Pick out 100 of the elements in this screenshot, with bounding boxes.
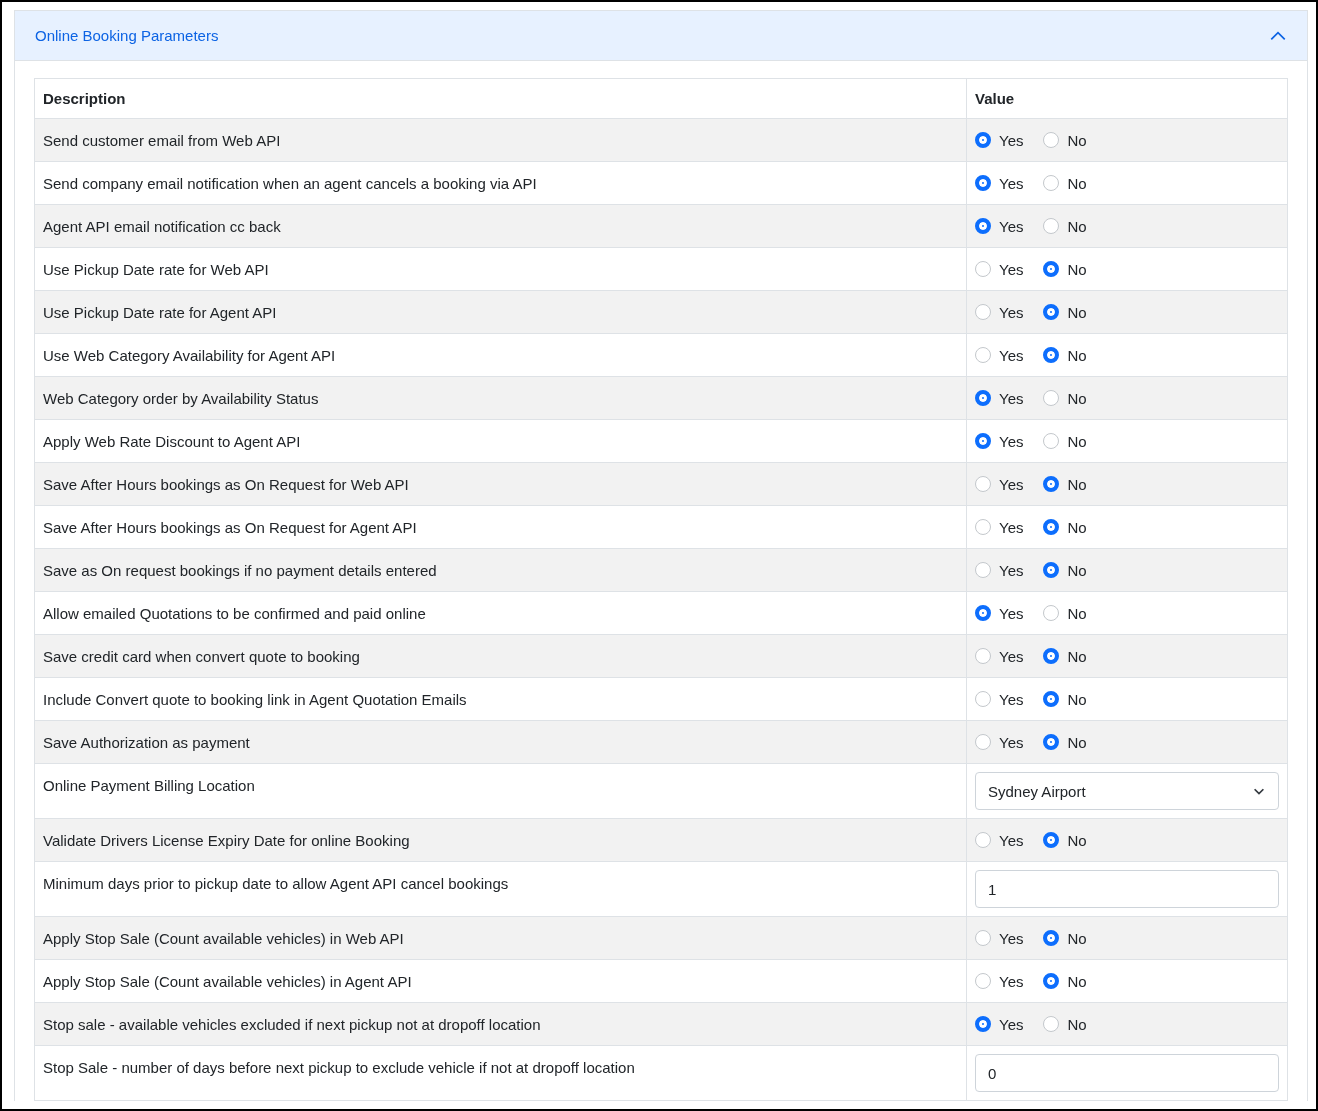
radio-label[interactable]: Yes	[999, 972, 1024, 990]
radio-button[interactable]	[975, 261, 991, 277]
description-text: Save Authorization as payment	[43, 733, 250, 752]
radio-button[interactable]	[975, 832, 991, 848]
column-header: Description	[34, 78, 967, 119]
radio-label[interactable]: Yes	[999, 561, 1024, 579]
radio-label[interactable]: No	[1067, 929, 1087, 947]
radio-label[interactable]: No	[1067, 561, 1087, 579]
radio-button[interactable]	[975, 132, 991, 148]
description-text: Save credit card when convert quote to booking	[43, 647, 360, 666]
input-field[interactable]: 1	[975, 870, 1279, 908]
radio-label[interactable]: No	[1067, 1015, 1087, 1033]
radio-label[interactable]: Yes	[999, 475, 1024, 493]
radio-label[interactable]: Yes	[999, 346, 1024, 364]
radio-button[interactable]	[975, 691, 991, 707]
radio-button[interactable]	[975, 562, 991, 578]
description-text: Apply Stop Sale (Count available vehicles) in Agent API	[43, 972, 412, 991]
radio-button[interactable]	[1043, 132, 1060, 148]
description-text: Use Web Category Availability for Agent API	[43, 346, 336, 365]
radio-button[interactable]	[1043, 519, 1060, 535]
radio-button[interactable]	[975, 390, 991, 406]
radio-label[interactable]: No	[1067, 389, 1087, 407]
description-text: Agent API email notification cc back	[43, 217, 281, 236]
radio-button[interactable]	[1043, 691, 1060, 707]
radio-label[interactable]: Yes	[999, 131, 1024, 149]
description-text: Send customer email from Web API	[43, 131, 281, 150]
radio-button[interactable]	[975, 930, 991, 946]
radio-label[interactable]: No	[1067, 346, 1087, 364]
radio-button[interactable]	[1043, 476, 1060, 492]
description-text: Online Payment Billing Location	[43, 776, 255, 795]
radio-label[interactable]: No	[1067, 260, 1087, 278]
radio-button[interactable]	[975, 433, 991, 449]
description-text: Stop sale - available vehicles excluded if next pickup not at dropoff location	[43, 1015, 541, 1034]
radio-label[interactable]: No	[1067, 733, 1087, 751]
radio-label[interactable]: Yes	[999, 1015, 1024, 1033]
radio-button[interactable]	[975, 605, 991, 621]
radio-button[interactable]	[1043, 562, 1060, 578]
description-text: Stop Sale - number of days before next pickup to exclude vehicle if not at dropoff location	[43, 1058, 635, 1077]
radio-label[interactable]: No	[1067, 972, 1087, 990]
panel-title: Online Booking Parameters	[35, 27, 219, 44]
radio-button[interactable]	[975, 476, 991, 492]
description-text: Include Convert quote to booking link in Agent Quotation Emails	[43, 690, 467, 709]
radio-button[interactable]	[975, 519, 991, 535]
radio-button[interactable]	[975, 175, 991, 191]
radio-button[interactable]	[1043, 605, 1060, 621]
radio-button[interactable]	[975, 1016, 991, 1032]
radio-label[interactable]: Yes	[999, 831, 1024, 849]
description-text: Use Pickup Date rate for Agent API	[43, 303, 277, 322]
radio-label[interactable]: No	[1067, 831, 1087, 849]
input-field[interactable]: 0	[975, 1054, 1279, 1092]
radio-label[interactable]: No	[1067, 475, 1087, 493]
column-header: Value	[966, 78, 1288, 119]
radio-label[interactable]: Yes	[999, 604, 1024, 622]
radio-button[interactable]	[1043, 433, 1060, 449]
radio-label[interactable]: No	[1067, 604, 1087, 622]
radio-button[interactable]	[1043, 1016, 1060, 1032]
radio-button[interactable]	[1043, 832, 1060, 848]
radio-label[interactable]: No	[1067, 647, 1087, 665]
radio-label[interactable]: Yes	[999, 518, 1024, 536]
radio-label[interactable]: No	[1067, 518, 1087, 536]
radio-label[interactable]: No	[1067, 131, 1087, 149]
radio-button[interactable]	[975, 347, 991, 363]
radio-button[interactable]	[1043, 218, 1060, 234]
radio-label[interactable]: Yes	[999, 174, 1024, 192]
radio-label[interactable]: No	[1067, 217, 1087, 235]
accordion-header[interactable]: Online Booking Parameters	[15, 11, 1307, 61]
radio-label[interactable]: No	[1067, 174, 1087, 192]
radio-label[interactable]: Yes	[999, 929, 1024, 947]
description-text: Allow emailed Quotations to be confirmed and paid online	[43, 604, 426, 623]
radio-label[interactable]: Yes	[999, 303, 1024, 321]
description-text: Save as On request bookings if no payment details entered	[43, 561, 437, 580]
radio-label[interactable]: No	[1067, 432, 1087, 450]
radio-button[interactable]	[975, 218, 991, 234]
description-text: Apply Stop Sale (Count available vehicles) in Web API	[43, 929, 404, 948]
radio-label[interactable]: No	[1067, 303, 1087, 321]
radio-button[interactable]	[1043, 648, 1060, 664]
description-text: Use Pickup Date rate for Web API	[43, 260, 269, 279]
description-text: Web Category order by Availability Status	[43, 389, 319, 408]
radio-label[interactable]: No	[1067, 690, 1087, 708]
description-text: Save After Hours bookings as On Request for Web API	[43, 475, 409, 494]
radio-label[interactable]: Yes	[999, 389, 1024, 407]
radio-button[interactable]	[1043, 261, 1060, 277]
radio-label[interactable]: Yes	[999, 690, 1024, 708]
radio-button[interactable]	[975, 973, 991, 989]
radio-button[interactable]	[1043, 175, 1060, 191]
radio-button[interactable]	[1043, 347, 1060, 363]
location-dropdown[interactable]: Sydney Airport	[975, 772, 1279, 810]
radio-button[interactable]	[1043, 930, 1060, 946]
radio-label[interactable]: Yes	[999, 733, 1024, 751]
radio-button[interactable]	[975, 304, 991, 320]
radio-button[interactable]	[1043, 734, 1060, 750]
radio-button[interactable]	[975, 648, 991, 664]
radio-label[interactable]: Yes	[999, 217, 1024, 235]
radio-label[interactable]: Yes	[999, 432, 1024, 450]
radio-label[interactable]: Yes	[999, 260, 1024, 278]
radio-button[interactable]	[975, 734, 991, 750]
radio-button[interactable]	[1043, 973, 1060, 989]
radio-button[interactable]	[1043, 390, 1060, 406]
radio-label[interactable]: Yes	[999, 647, 1024, 665]
radio-button[interactable]	[1043, 304, 1060, 320]
